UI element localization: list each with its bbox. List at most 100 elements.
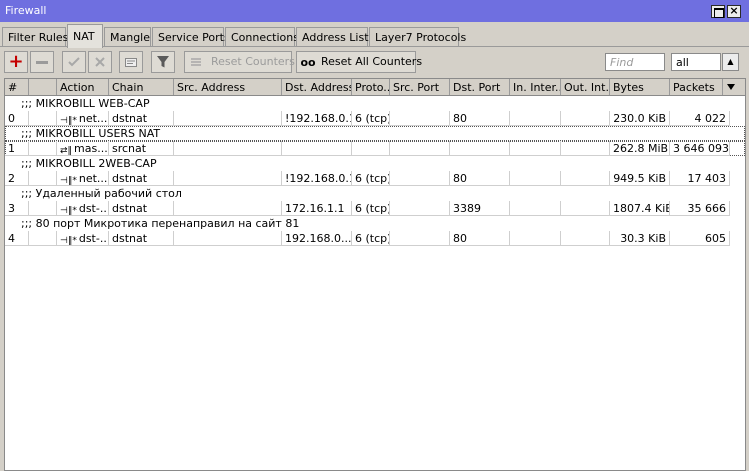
rule-bytes: 230.0 KiB (610, 111, 670, 126)
column-header-dst-address[interactable]: Dst. Address (282, 79, 352, 95)
rule-comment: ;;; 80 порт Микротика перенаправил на са… (21, 217, 300, 230)
rule-chain: srcnat (109, 141, 174, 156)
rule-chain: dstnat (109, 201, 174, 216)
rule-out-interface (561, 141, 610, 156)
comment-button[interactable] (119, 51, 143, 73)
tab-connections[interactable]: Connections (225, 27, 299, 47)
rule-action-text: dst-... (78, 232, 109, 245)
rule-bytes: 1807.4 KiB (610, 201, 670, 216)
column-header-src-port[interactable]: Src. Port (390, 79, 450, 95)
window-title: Firewall (5, 4, 47, 17)
close-icon: × (729, 4, 739, 17)
column-header-flags[interactable] (29, 79, 57, 95)
close-button[interactable]: × (727, 4, 741, 18)
rule-flags (29, 231, 57, 246)
column-header-dst-port[interactable]: Dst. Port (450, 79, 510, 95)
funnel-icon (157, 56, 169, 68)
rule-out-interface (561, 111, 610, 126)
column-header-chain[interactable]: Chain (109, 79, 174, 95)
rule-comment: ;;; MIKROBILL 2WEB-CAP (21, 157, 157, 170)
tab-filter-rules[interactable]: Filter Rules (2, 27, 68, 47)
rule-in-interface (510, 141, 561, 156)
rule-protocol: 6 (tcp) (352, 231, 390, 246)
rule-protocol: 6 (tcp) (352, 201, 390, 216)
rule-packets: 35 666 (670, 201, 730, 216)
rule-packets: 3 646 093 (670, 141, 730, 156)
tab-address-lists[interactable]: Address Lists (296, 27, 374, 47)
table-row[interactable]: 4 ⊣‖* dst-... dstnat 192.168.0.... 6 (tcp… (5, 231, 745, 246)
reset-all-counters-button[interactable]: oo Reset All Counters (296, 51, 422, 73)
rule-dst-address: 172.16.1.1 (282, 201, 352, 216)
column-header-bytes[interactable]: Bytes (610, 79, 670, 95)
rule-out-interface (561, 201, 610, 216)
table-row[interactable]: 2 ⊣‖* net... dstnat !192.168.0.1 6 (tcp) … (5, 171, 745, 186)
rule-number: 1 (5, 141, 29, 156)
action-icon: ⊣‖* (60, 116, 77, 126)
tab-mangle[interactable]: Mangle (104, 27, 151, 47)
add-button[interactable]: + (4, 51, 28, 73)
rule-number: 2 (5, 171, 29, 186)
rule-packets: 4 022 (670, 111, 730, 126)
columns-menu-icon[interactable] (727, 84, 735, 90)
column-header-src-address[interactable]: Src. Address (174, 79, 282, 95)
remove-button[interactable] (30, 51, 54, 73)
filter-select[interactable]: all (671, 53, 721, 71)
rule-in-interface (510, 171, 561, 186)
filter-select-button[interactable]: ▲ (722, 53, 739, 71)
action-icon: ⊣‖* (60, 236, 77, 246)
rule-chain: dstnat (109, 111, 174, 126)
rule-src-address (174, 141, 282, 156)
rule-out-interface (561, 231, 610, 246)
reset-counters-button[interactable]: Reset Counters (184, 51, 295, 73)
rule-in-interface (510, 201, 561, 216)
x-icon (95, 57, 105, 67)
rule-dst-port (450, 141, 510, 156)
rule-action: ⇄‖ mas... (57, 141, 109, 156)
tab-nat[interactable]: NAT (67, 24, 103, 48)
note-icon (125, 58, 137, 67)
table-row[interactable]: 0 ⊣‖* net... dstnat !192.168.0.1 6 (tcp) … (5, 111, 745, 126)
minus-icon (36, 60, 48, 64)
find-input[interactable]: Find (605, 53, 665, 71)
rule-src-port (390, 231, 450, 246)
rule-flags (29, 171, 57, 186)
tab-service-ports[interactable]: Service Ports (152, 27, 230, 47)
disable-button[interactable] (88, 51, 112, 73)
column-header-packets[interactable]: Packets (670, 79, 723, 95)
column-header-out-interface[interactable]: Out. Int... (561, 79, 610, 95)
window-titlebar: Firewall × (0, 0, 749, 22)
column-header-in-interface[interactable]: In. Inter... (510, 79, 561, 95)
maximize-button[interactable] (711, 5, 725, 18)
rule-src-address (174, 201, 282, 216)
filter-button[interactable] (151, 51, 175, 73)
reset-counters-label: Reset Counters (211, 55, 295, 68)
tab-layer7-protocols[interactable]: Layer7 Protocols (369, 27, 466, 47)
rule-dst-address: !192.168.0.1 (282, 111, 352, 126)
rule-flags (29, 201, 57, 216)
rule-in-interface (510, 231, 561, 246)
rule-number: 0 (5, 111, 29, 126)
rule-dst-address: !192.168.0.1 (282, 171, 352, 186)
column-header-protocol[interactable]: Proto... (352, 79, 390, 95)
rule-chain: dstnat (109, 231, 174, 246)
enable-button[interactable] (62, 51, 86, 73)
rule-src-address (174, 111, 282, 126)
rule-src-port (390, 171, 450, 186)
rule-dst-port: 3389 (450, 201, 510, 216)
rule-action-text: net... (78, 172, 108, 185)
column-header-number[interactable]: # (5, 79, 29, 95)
table-row[interactable]: 1 ⇄‖ mas... srcnat 262.8 MiB 3 646 093 (5, 141, 745, 156)
rule-dst-port: 80 (450, 231, 510, 246)
rule-flags (29, 141, 57, 156)
rule-protocol: 6 (tcp) (352, 111, 390, 126)
rule-dst-port: 80 (450, 111, 510, 126)
rule-dst-address: 192.168.0.... (282, 231, 352, 246)
rule-action: ⊣‖* net... (57, 171, 109, 186)
rule-src-port (390, 141, 450, 156)
action-icon: ⊣‖* (60, 206, 77, 216)
table-row[interactable]: 3 ⊣‖* dst-... dstnat 172.16.1.1 6 (tcp) 3… (5, 201, 745, 216)
plus-icon: + (8, 51, 24, 72)
action-icon: ⊣‖* (60, 176, 77, 186)
column-header-action[interactable]: Action (57, 79, 109, 95)
list-icon (191, 58, 201, 66)
